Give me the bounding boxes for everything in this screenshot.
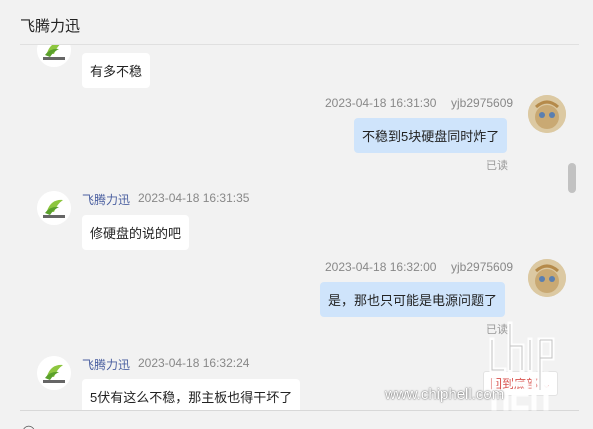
user-avatar-icon[interactable] [528, 259, 566, 297]
user-avatar-icon[interactable] [528, 95, 566, 133]
file-icon[interactable]: ▪ [96, 424, 100, 429]
brand-avatar-icon[interactable] [37, 45, 71, 67]
input-toolbar [0, 411, 593, 429]
read-status-1: 已读 [486, 160, 508, 172]
brand-avatar-icon[interactable] [37, 356, 71, 390]
chat-title: 飞腾力迅 [20, 18, 81, 35]
message-sender-2[interactable]: 飞腾力迅 [82, 191, 130, 208]
brand-avatar-icon[interactable] [37, 191, 71, 225]
message-timestamp-2: 2023-04-18 16:31:35 [138, 191, 250, 205]
emoji-icon[interactable]: ◯ [22, 424, 35, 429]
image-icon[interactable]: ▬ [60, 424, 72, 429]
scrollbar-thumb[interactable] [568, 163, 576, 193]
message-bubble-2[interactable]: 修硬盘的说的吧 [82, 215, 190, 250]
watermark-url: www.chiphell.com [385, 386, 505, 403]
message-timestamp-4: 2023-04-18 16:32:24 [138, 356, 250, 370]
message-sender-3: yjb2975609 [451, 260, 514, 274]
message-sender-1: yjb2975609 [451, 96, 514, 110]
message-sender-4[interactable]: 飞腾力迅 [82, 356, 130, 373]
title-bar: 飞腾力迅 [0, 0, 593, 44]
message-bubble-3[interactable]: 是，那也只可能是电源问题了 [320, 282, 506, 317]
message-timestamp-3: 2023-04-18 16:32:00 [325, 260, 437, 274]
chat-window: 飞腾力迅 有多不稳 2023-04-18 16:31:30 yjb2975609 [0, 0, 593, 429]
message-bubble-0[interactable]: 有多不稳 [82, 53, 151, 88]
message-bubble-1[interactable]: 不稳到5块硬盘同时炸了 [354, 118, 508, 153]
message-bubble-4[interactable]: 5伏有这么不稳，那主板也得干坏了 [82, 379, 301, 411]
message-timestamp-1: 2023-04-18 16:31:30 [325, 96, 437, 110]
